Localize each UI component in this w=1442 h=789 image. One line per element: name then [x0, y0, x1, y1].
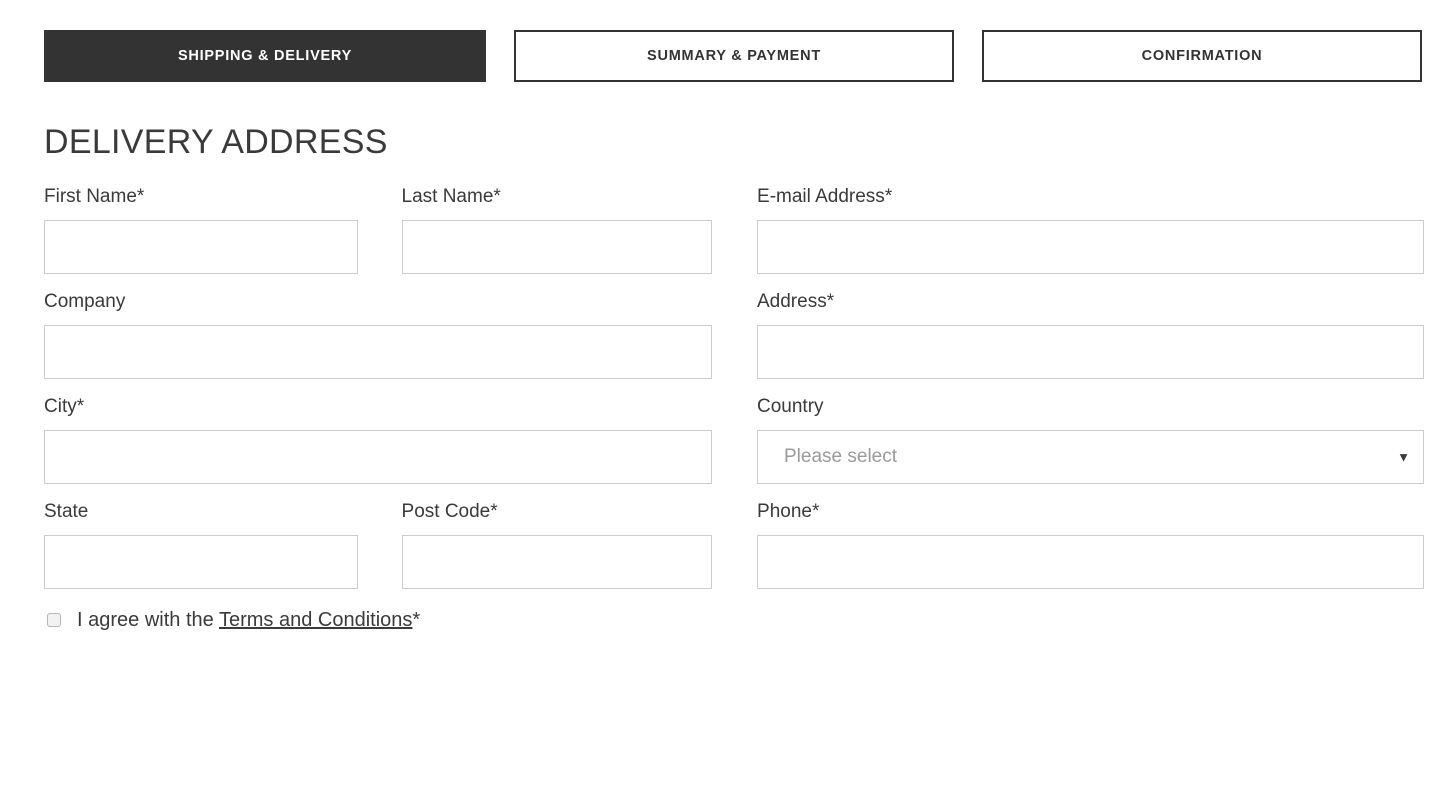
country-select[interactable]: Please select [757, 429, 1424, 484]
address-label: Address* [757, 290, 1424, 313]
email-input[interactable] [757, 219, 1424, 274]
form-row-state-post-phone: State Post Code* Phone* [44, 500, 1424, 589]
post-code-required-marker: * [490, 500, 498, 522]
field-first-name: First Name* [44, 186, 358, 274]
company-label-text: Company [44, 290, 126, 312]
state-input[interactable] [44, 534, 358, 589]
field-company: Company [44, 290, 712, 379]
phone-label-text: Phone [757, 500, 812, 522]
field-phone: Phone* [757, 500, 1424, 589]
state-label: State [44, 500, 358, 523]
first-name-required-marker: * [136, 186, 145, 207]
terms-and-conditions-link[interactable]: Terms and Conditions [219, 609, 412, 631]
form-row-name: First Name* Last Name* E-mail Address* [44, 186, 1424, 274]
city-input[interactable] [44, 429, 712, 484]
city-required-marker: * [76, 395, 85, 417]
checkout-steps: SHIPPING & DELIVERY SUMMARY & PAYMENT CO… [0, 0, 1442, 82]
terms-agreement-row: I agree with the Terms and Conditions* [44, 608, 1442, 632]
company-input[interactable] [44, 324, 712, 379]
tab-summary-and-payment[interactable]: SUMMARY & PAYMENT [514, 30, 954, 82]
terms-agreement-label: I agree with the Terms and Conditions* [77, 608, 420, 632]
page-title: DELIVERY ADDRESS [44, 123, 388, 161]
address-input[interactable] [757, 324, 1424, 379]
field-country: Country Please select ▼ [757, 395, 1424, 484]
form-row-city-country: City* Country Please select ▼ [44, 395, 1424, 484]
last-name-label: Last Name* [401, 186, 713, 208]
phone-input[interactable] [757, 534, 1424, 589]
form-row-company-address: Company Address* [44, 290, 1424, 379]
first-name-label: First Name* [44, 186, 358, 208]
terms-required-marker: * [412, 608, 421, 631]
address-label-text: Address [757, 290, 827, 312]
country-select-wrapper: Please select ▼ [757, 429, 1424, 484]
state-label-text: State [44, 500, 89, 522]
phone-required-marker: * [811, 500, 820, 522]
last-name-required-marker: * [493, 186, 501, 207]
tab-confirmation[interactable]: CONFIRMATION [982, 30, 1422, 82]
company-label: Company [44, 290, 712, 313]
tab-summary-and-payment-label: SUMMARY & PAYMENT [647, 48, 821, 64]
country-label: Country [757, 395, 1424, 418]
delivery-address-form: First Name* Last Name* E-mail Address* C… [0, 186, 1442, 589]
post-code-input[interactable] [401, 534, 713, 589]
field-email: E-mail Address* [757, 186, 1424, 274]
post-code-label: Post Code* [401, 500, 713, 523]
phone-label: Phone* [757, 500, 1424, 523]
field-post-code: Post Code* [401, 500, 713, 589]
last-name-label-text: Last Name [401, 186, 494, 207]
last-name-input[interactable] [401, 219, 713, 274]
first-name-input[interactable] [44, 219, 358, 274]
country-select-value: Please select [784, 445, 898, 467]
field-last-name: Last Name* [401, 186, 713, 274]
email-label: E-mail Address* [757, 186, 1424, 208]
first-name-label-text: First Name [44, 186, 137, 207]
field-city: City* [44, 395, 712, 484]
field-state: State [44, 500, 358, 589]
city-label-text: City [44, 395, 77, 417]
tab-shipping-and-delivery[interactable]: SHIPPING & DELIVERY [44, 30, 486, 82]
field-address: Address* [757, 290, 1424, 379]
city-label: City* [44, 395, 712, 418]
address-required-marker: * [826, 290, 835, 312]
tab-shipping-and-delivery-label: SHIPPING & DELIVERY [177, 48, 353, 64]
email-required-marker: * [884, 186, 893, 207]
terms-prefix-text: I agree with the [77, 608, 219, 631]
country-label-text: Country [757, 395, 824, 417]
email-label-text: E-mail Address [757, 186, 885, 207]
terms-checkbox[interactable] [47, 612, 61, 627]
tab-confirmation-label: CONFIRMATION [1141, 48, 1263, 64]
post-code-label-text: Post Code [401, 500, 491, 522]
